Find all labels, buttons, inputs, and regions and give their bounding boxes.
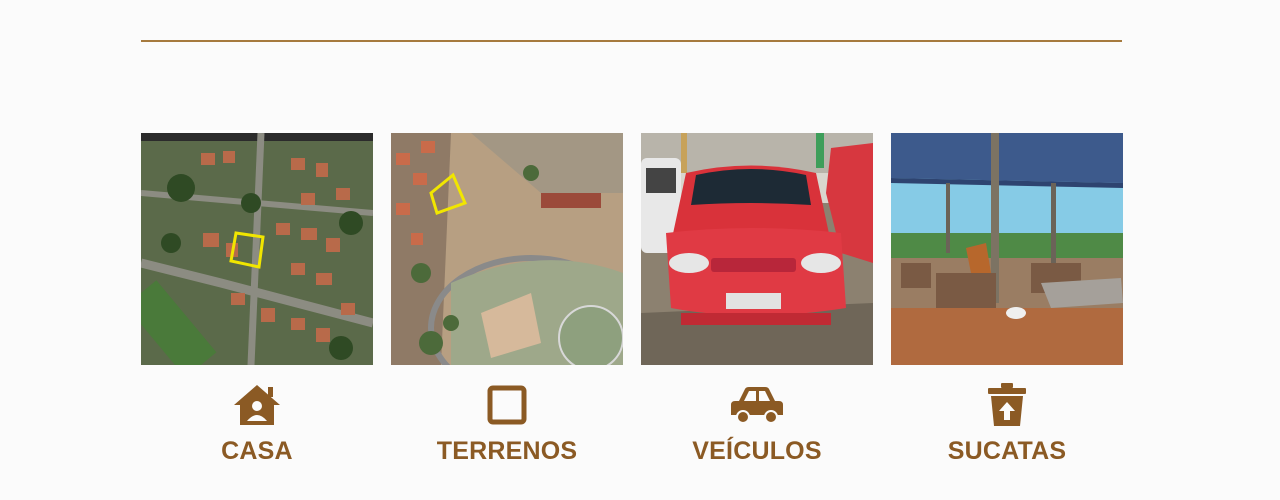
car-icon xyxy=(729,383,785,427)
red-car-photo[interactable] xyxy=(641,133,873,365)
house-icon xyxy=(232,383,282,427)
category-label-casa[interactable]: CASA xyxy=(221,437,293,466)
square-outline-icon xyxy=(485,383,529,427)
category-grid: CASA TERRENOS VEÍCULOS SUCATAS xyxy=(141,133,1123,466)
category-card-terrenos[interactable]: TERRENOS xyxy=(391,133,623,466)
category-card-sucatas[interactable]: SUCATAS xyxy=(891,133,1123,466)
category-label-sucatas[interactable]: SUCATAS xyxy=(948,437,1067,466)
category-card-casa[interactable]: CASA xyxy=(141,133,373,466)
trash-icon xyxy=(985,383,1029,427)
category-label-terrenos[interactable]: TERRENOS xyxy=(437,437,578,466)
category-card-veiculos[interactable]: VEÍCULOS xyxy=(641,133,873,466)
scrap-yard-photo[interactable] xyxy=(891,133,1123,365)
aerial-houses-photo[interactable] xyxy=(141,133,373,365)
aerial-land-photo[interactable] xyxy=(391,133,623,365)
section-divider xyxy=(141,40,1122,42)
category-label-veiculos[interactable]: VEÍCULOS xyxy=(692,437,821,466)
